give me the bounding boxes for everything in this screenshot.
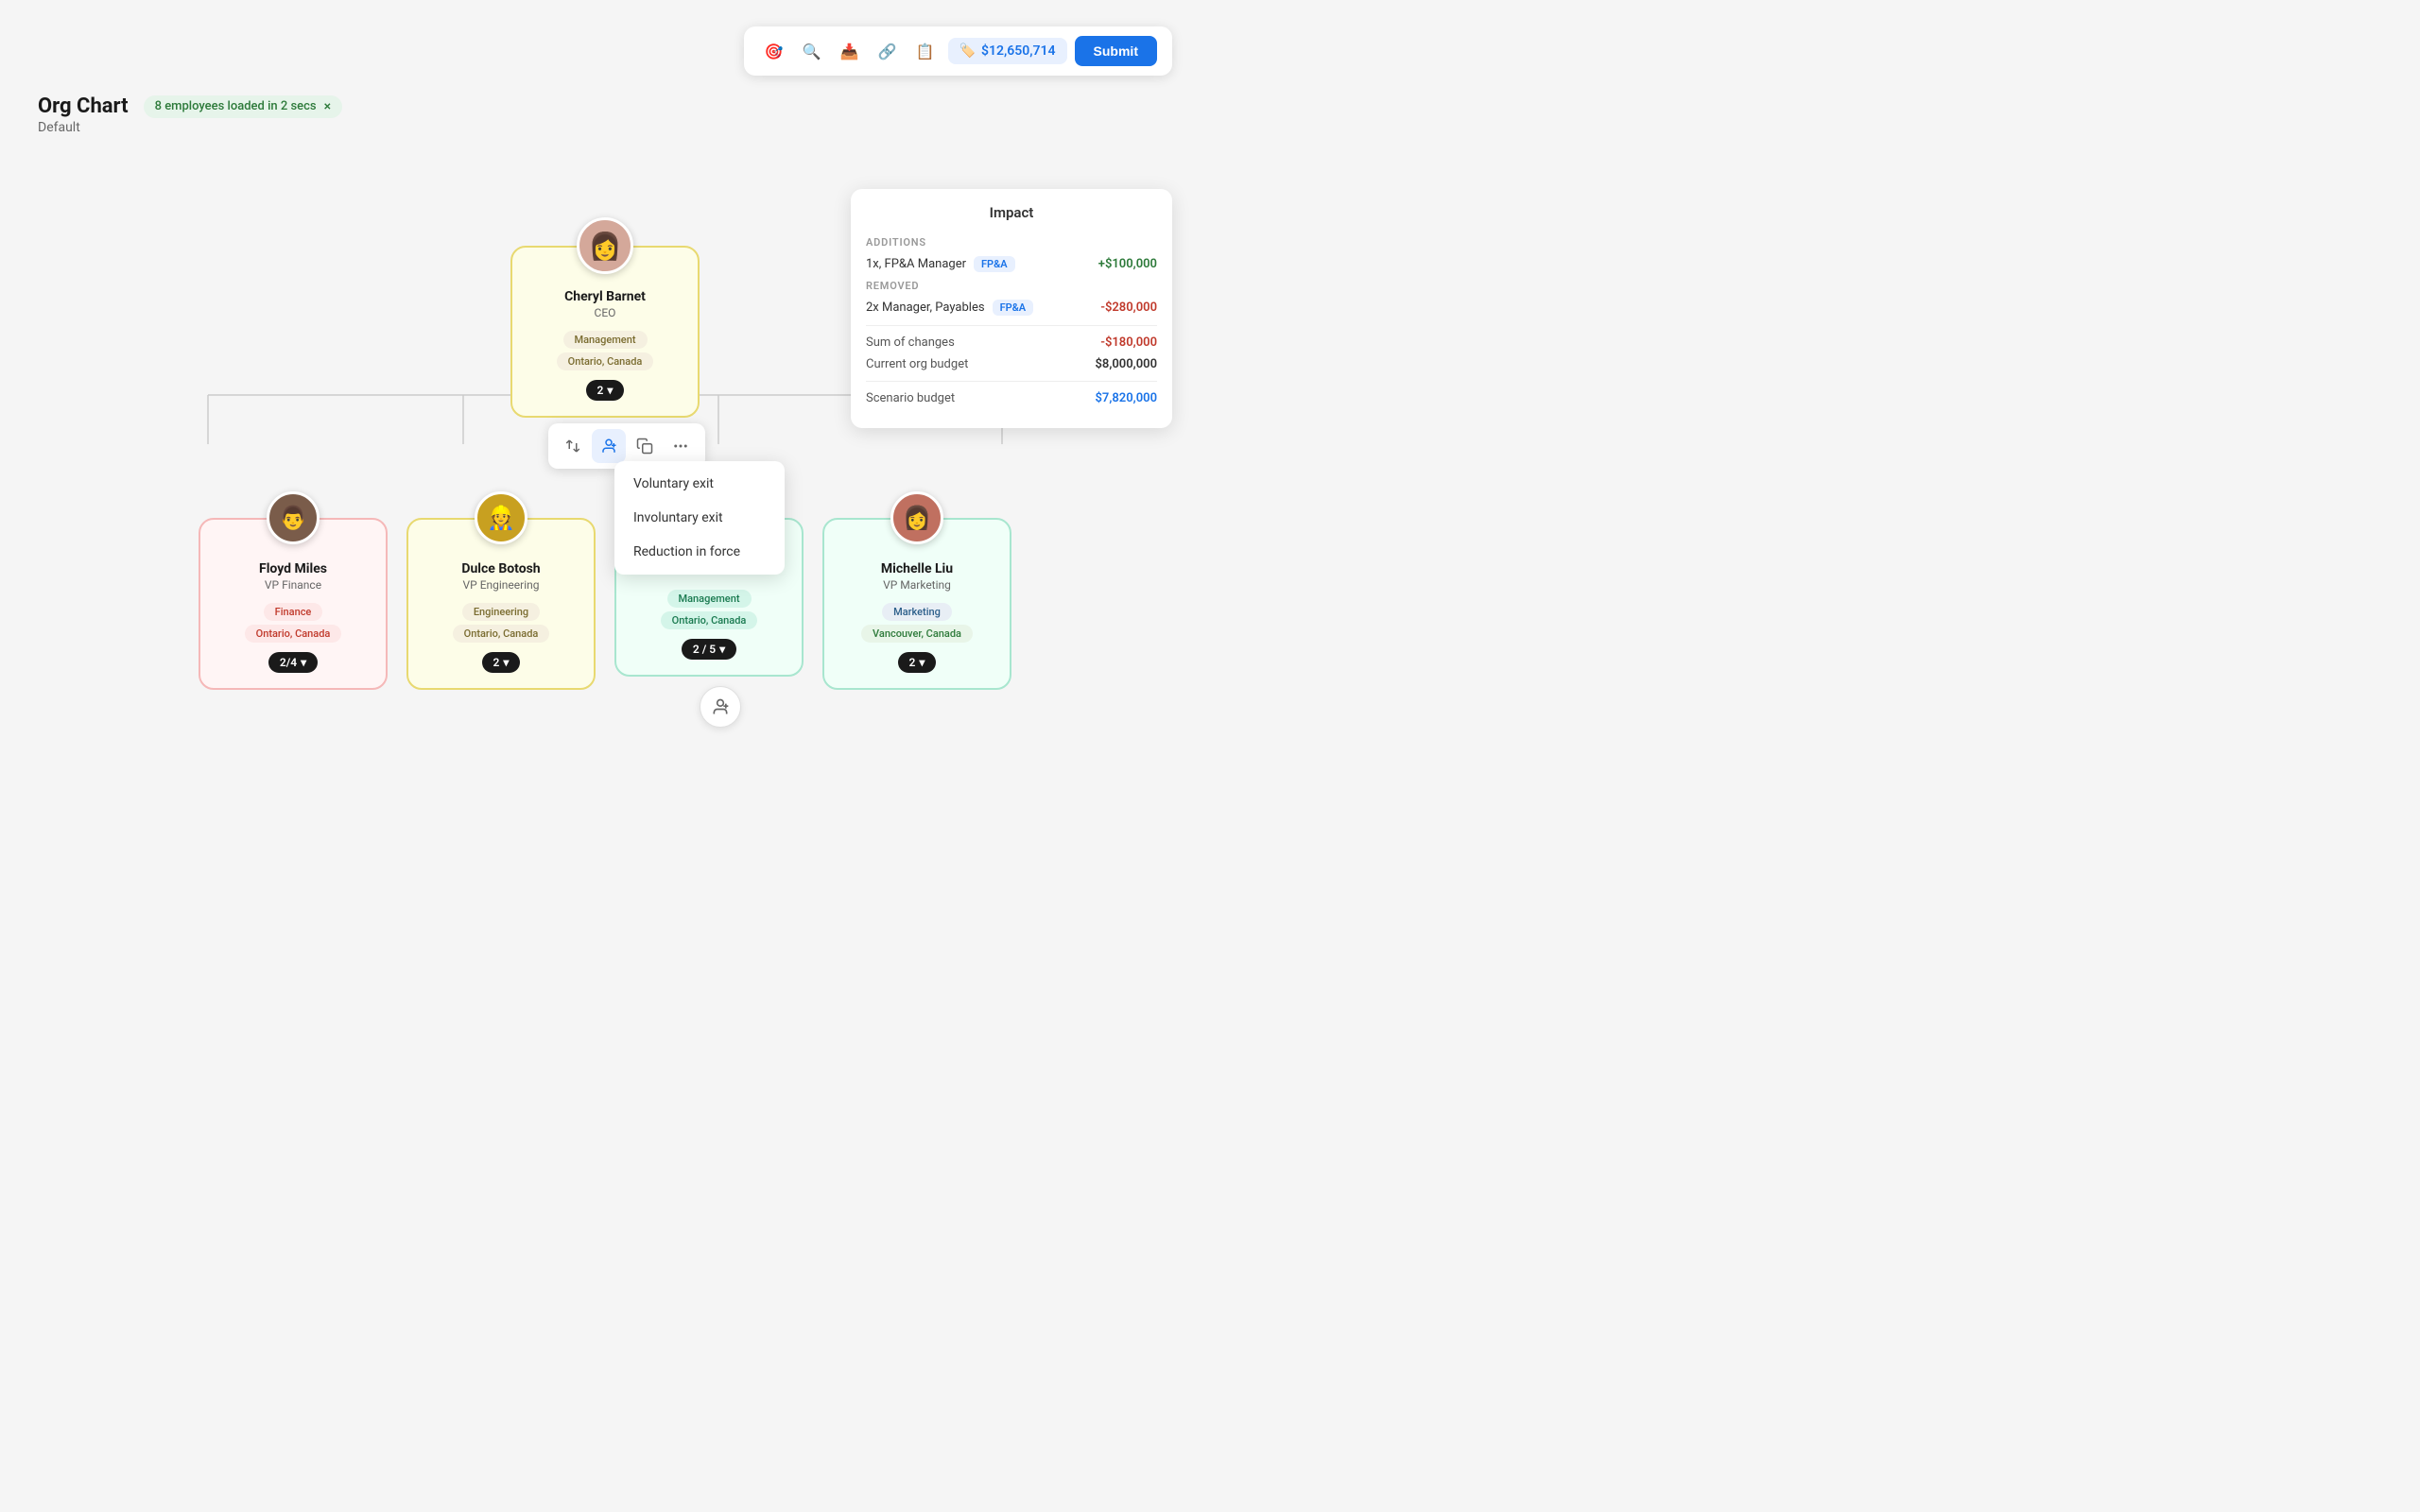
hr-location: Ontario, Canada (661, 611, 758, 629)
budget-value-display: $8,000,000 (1095, 357, 1157, 371)
removed-row: 2x Manager, Payables FP&A -$280,000 (866, 300, 1157, 316)
ceo-location: Ontario, Canada (557, 352, 654, 370)
removed-dept: FP&A (993, 300, 1034, 316)
ceo-name: Cheryl Barnet (564, 289, 646, 304)
share-icon[interactable]: 🔗 (873, 36, 903, 66)
chevron-down-icon: ▾ (301, 656, 306, 669)
dulce-name: Dulce Botosh (461, 561, 540, 576)
budget-label: Current org budget (866, 357, 968, 371)
loaded-text: 8 employees loaded in 2 secs (155, 99, 317, 113)
michelle-title: VP Marketing (883, 578, 951, 592)
voluntary-exit-item[interactable]: Voluntary exit (614, 467, 785, 501)
addition-row: 1x, FP&A Manager FP&A +$100,000 (866, 256, 1157, 272)
page-title: Org Chart (38, 94, 129, 118)
dulce-wrapper: 👷 Dulce Botosh VP Engineering Engineerin… (406, 491, 596, 690)
additions-label: ADDITIONS (866, 236, 1157, 249)
hr-dept: Management (667, 590, 752, 608)
dulce-title: VP Engineering (463, 578, 540, 592)
duplicate-button[interactable] (628, 429, 662, 463)
close-badge-button[interactable]: × (324, 99, 331, 114)
swap-button[interactable] (556, 429, 590, 463)
hr-count[interactable]: 2 / 5 ▾ (682, 639, 736, 660)
removed-qty: 2x Manager, Payables (866, 301, 985, 315)
removed-label: REMOVED (866, 280, 1157, 292)
floyd-avatar: 👨 (267, 491, 320, 544)
michelle-name: Michelle Liu (881, 561, 953, 576)
budget-badge[interactable]: 🏷️ $12,650,714 (948, 38, 1067, 64)
sum-value: -$180,000 (1100, 335, 1157, 350)
involuntary-exit-item[interactable]: Involuntary exit (614, 501, 785, 535)
more-button[interactable] (664, 429, 698, 463)
ceo-card-wrapper: 👩 Cheryl Barnet CEO Management Ontario, … (510, 189, 700, 418)
floyd-title: VP Finance (265, 578, 321, 592)
impact-divider (866, 325, 1157, 326)
sum-label: Sum of changes (866, 335, 955, 350)
sum-row: Sum of changes -$180,000 (866, 335, 1157, 350)
floyd-location: Ontario, Canada (245, 625, 342, 643)
addition-dept: FP&A (974, 256, 1015, 272)
impact-panel: Impact ADDITIONS 1x, FP&A Manager FP&A +… (851, 189, 1172, 428)
ceo-title: CEO (595, 306, 616, 319)
list-icon[interactable]: 📋 (910, 36, 941, 66)
budget-value: $12,650,714 (981, 43, 1056, 59)
michelle-wrapper: 👩 Michelle Liu VP Marketing Marketing Va… (822, 491, 1011, 690)
addition-value: +$100,000 (1098, 257, 1157, 271)
dulce-location: Ontario, Canada (453, 625, 550, 643)
scenario-label: Scenario budget (866, 391, 955, 405)
michelle-count[interactable]: 2 ▾ (898, 652, 937, 673)
floyd-wrapper: 👨 Floyd Miles VP Finance Finance Ontario… (199, 491, 388, 690)
floyd-count[interactable]: 2/4 ▾ (268, 652, 318, 673)
add-person-button[interactable] (592, 429, 626, 463)
michelle-avatar: 👩 (890, 491, 943, 544)
michelle-dept: Marketing (882, 603, 952, 621)
budget-row: Current org budget $8,000,000 (866, 357, 1157, 371)
reduction-in-force-item[interactable]: Reduction in force (614, 535, 785, 569)
dulce-avatar: 👷 (475, 491, 527, 544)
scenario-row: Scenario budget $7,820,000 (866, 391, 1157, 405)
michelle-location: Vancouver, Canada (861, 625, 973, 643)
add-person-bottom-button[interactable] (700, 686, 741, 728)
ceo-avatar: 👩 (577, 217, 633, 274)
children-row: 👨 Floyd Miles VP Finance Finance Ontario… (199, 491, 1011, 690)
floyd-dept: Finance (264, 603, 323, 621)
removed-value: -$280,000 (1100, 301, 1157, 315)
removed-label-text: 2x Manager, Payables FP&A (866, 300, 1033, 316)
ceo-count[interactable]: 2 ▾ (586, 380, 625, 401)
page-header: Org Chart 8 employees loaded in 2 secs ×… (38, 94, 342, 135)
impact-divider-2 (866, 381, 1157, 382)
addition-label: 1x, FP&A Manager FP&A (866, 256, 1015, 272)
search-icon[interactable]: 🔍 (797, 36, 827, 66)
add-person-bottom (700, 686, 741, 728)
download-icon[interactable]: 📥 (835, 36, 865, 66)
chevron-down-icon: ▾ (607, 384, 613, 397)
loaded-badge: 8 employees loaded in 2 secs × (144, 95, 342, 118)
dulce-dept: Engineering (462, 603, 540, 621)
dulce-count[interactable]: 2 ▾ (482, 652, 521, 673)
dropdown-menu: Voluntary exit Involuntary exit Reductio… (614, 461, 785, 575)
chevron-down-icon: ▾ (919, 656, 925, 669)
submit-button[interactable]: Submit (1075, 36, 1157, 66)
floyd-name: Floyd Miles (259, 561, 327, 576)
target-icon[interactable]: 🎯 (759, 36, 789, 66)
main-toolbar: 🎯 🔍 📥 🔗 📋 🏷️ $12,650,714 Submit (744, 26, 1172, 76)
addition-qty: 1x, FP&A Manager (866, 257, 966, 271)
scenario-value: $7,820,000 (1095, 391, 1157, 405)
chevron-down-icon: ▾ (719, 643, 725, 656)
budget-icon: 🏷️ (959, 43, 976, 59)
ceo-dept: Management (563, 331, 648, 349)
chevron-down-icon: ▾ (503, 656, 509, 669)
impact-panel-title: Impact (866, 204, 1157, 221)
